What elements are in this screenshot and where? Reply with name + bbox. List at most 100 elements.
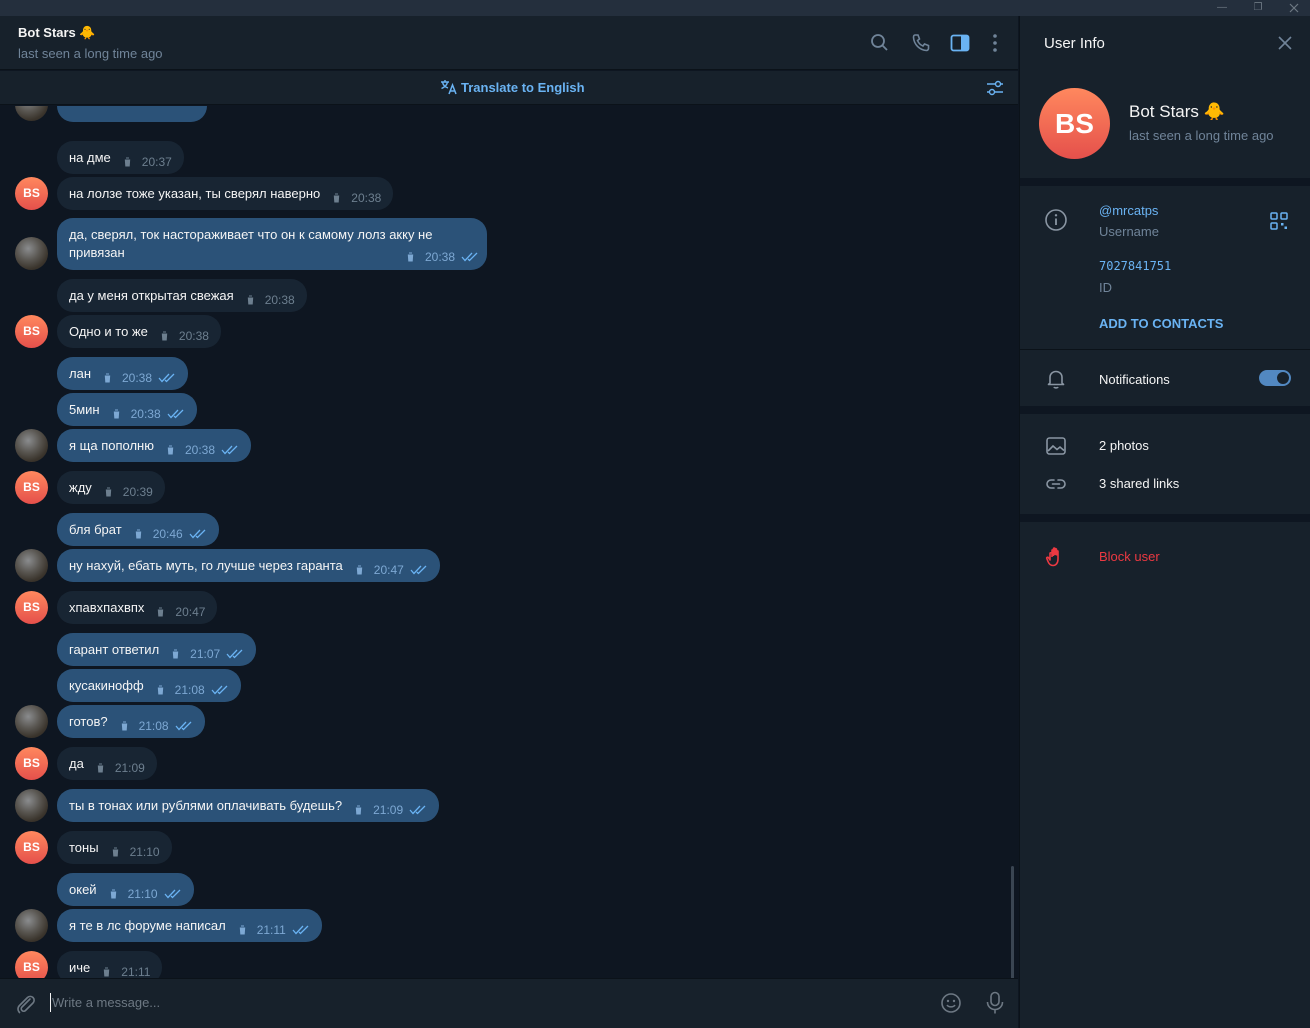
delete-timer-icon: [156, 685, 164, 695]
message-bubble-in[interactable]: Одно и то же 20:38: [57, 315, 221, 348]
delete-timer-icon: [120, 721, 128, 731]
block-user-button[interactable]: Block user: [1099, 549, 1160, 564]
message-bubble-out[interactable]: лан 20:38: [57, 357, 189, 390]
message-bubble-in[interactable]: на дме 20:37: [57, 141, 184, 174]
contact-avatar[interactable]: [15, 705, 48, 738]
message-time: 21:09: [373, 802, 404, 817]
contact-avatar[interactable]: [15, 549, 48, 582]
message-bubble-in[interactable]: да у меня открытая свежая 20:38: [57, 279, 307, 312]
translate-button[interactable]: Translate to English: [440, 79, 585, 95]
profile-avatar[interactable]: BS: [1039, 88, 1110, 159]
message-bubble-out[interactable]: я те в лс форуме написал 21:11: [57, 909, 322, 942]
message-list[interactable]: на дме 20:37 BS на лолзе тоже указан, ты…: [0, 106, 1018, 978]
notifications-toggle[interactable]: [1259, 370, 1291, 386]
message-bubble-out[interactable]: да, сверял, ток настораживает что он к с…: [57, 218, 487, 270]
user-id-value[interactable]: 7027841751: [1099, 259, 1171, 273]
username-value[interactable]: @mrcatps: [1099, 203, 1158, 218]
message-bubble-in[interactable]: на лолзе тоже указан, ты сверял наверно …: [57, 177, 394, 210]
bot-stars-avatar[interactable]: BS: [15, 747, 48, 780]
contact-avatar[interactable]: [15, 429, 48, 462]
message-time: 21:10: [127, 886, 158, 901]
bot-stars-avatar[interactable]: BS: [15, 471, 48, 504]
message-bubble-out[interactable]: кусакинофф 21:08: [57, 669, 241, 702]
message-time: 20:37: [141, 154, 172, 169]
bot-stars-avatar[interactable]: BS: [15, 315, 48, 348]
delete-timer-icon: [111, 847, 119, 857]
message-bubble-out[interactable]: готов? 21:08: [57, 705, 205, 738]
message-time: 20:47: [175, 604, 206, 619]
message-bubble-out[interactable]: окей 21:10: [57, 873, 194, 906]
more-menu-icon[interactable]: [985, 33, 1005, 53]
chat-scrollbar[interactable]: [1011, 866, 1014, 986]
message-text: гарант ответил: [69, 642, 160, 657]
message-text: да: [69, 756, 84, 771]
contact-avatar[interactable]: [15, 106, 48, 121]
restore-button[interactable]: ❐: [1250, 1, 1266, 15]
message-bubble-in[interactable]: тоны 21:10: [57, 831, 172, 864]
chat-header: Bot Stars 🐥 last seen a long time ago: [0, 16, 1018, 70]
delete-timer-icon: [246, 295, 254, 305]
delete-timer-icon: [406, 252, 414, 262]
delete-timer-icon: [172, 649, 180, 659]
message-bubble-in[interactable]: иче 21:11: [57, 951, 163, 978]
message-bubble-out[interactable]: 5мин 20:38: [57, 393, 197, 426]
message-time: 21:09: [114, 760, 145, 775]
close-window-button[interactable]: [1286, 1, 1302, 15]
message-bubble-in[interactable]: жду 20:39: [57, 471, 165, 504]
search-icon[interactable]: [870, 33, 890, 53]
read-ticks-icon: [175, 721, 192, 731]
message-bubble-out[interactable]: [57, 106, 207, 122]
message-input[interactable]: Write a message...: [52, 995, 160, 1010]
shared-links-item[interactable]: 3 shared links: [1099, 476, 1179, 491]
message-text: тоны: [69, 840, 99, 855]
message-composer: Write a message...: [0, 978, 1018, 1028]
chat-title[interactable]: Bot Stars 🐥: [18, 25, 96, 41]
close-icon[interactable]: [1277, 35, 1293, 56]
profile-status: last seen a long time ago: [1129, 128, 1274, 143]
section-divider: [1020, 514, 1310, 522]
message-bubble-out[interactable]: ты в тонах или рублями оплачивать будешь…: [57, 789, 440, 822]
filter-settings-icon[interactable]: [986, 79, 1004, 102]
delete-timer-icon: [123, 157, 131, 167]
message-bubble-out[interactable]: я ща пополню 20:38: [57, 429, 251, 462]
message-bubble-out[interactable]: ну нахуй, ебать муть, го лучше через гар…: [57, 549, 440, 582]
bot-stars-avatar[interactable]: BS: [15, 591, 48, 624]
shared-photos-item[interactable]: 2 photos: [1099, 438, 1149, 453]
message-text: бля брат: [69, 522, 122, 537]
message-bubble-in[interactable]: да 21:09: [57, 747, 157, 780]
contact-avatar[interactable]: [15, 237, 48, 270]
minimize-button[interactable]: —: [1214, 1, 1230, 15]
contact-avatar[interactable]: [15, 789, 48, 822]
message-time: 21:10: [129, 844, 160, 859]
text-caret: [50, 993, 51, 1012]
message-text: окей: [69, 882, 97, 897]
user-id-label: ID: [1099, 280, 1112, 295]
add-to-contacts-button[interactable]: ADD TO CONTACTS: [1099, 316, 1223, 331]
message-bubble-in[interactable]: хпавхпахвпх 20:47: [57, 591, 218, 624]
username-label: Username: [1099, 224, 1159, 239]
read-ticks-icon: [189, 529, 206, 539]
message-text-line1: да, сверял, ток настораживает что он к с…: [69, 227, 433, 242]
info-icon: [1044, 208, 1068, 232]
contact-avatar[interactable]: [15, 909, 48, 942]
message-text: я те в лс форуме написал: [69, 918, 226, 933]
microphone-icon[interactable]: [985, 991, 1005, 1020]
read-ticks-icon: [292, 925, 309, 935]
block-hand-icon: [1044, 545, 1068, 569]
qr-code-icon[interactable]: [1270, 212, 1288, 235]
bot-stars-avatar[interactable]: BS: [15, 177, 48, 210]
message-text: я ща пополню: [69, 438, 154, 453]
section-separator: [1020, 349, 1310, 350]
message-bubble-out[interactable]: бля брат 20:46: [57, 513, 219, 546]
emoji-icon[interactable]: [940, 992, 962, 1019]
message-bubble-out[interactable]: гарант ответил 21:07: [57, 633, 257, 666]
phone-icon[interactable]: [911, 33, 931, 53]
delete-timer-icon: [112, 409, 120, 419]
bot-stars-avatar[interactable]: BS: [15, 951, 48, 978]
attach-icon[interactable]: [14, 993, 36, 1020]
bot-stars-avatar[interactable]: BS: [15, 831, 48, 864]
chat-status: last seen a long time ago: [18, 46, 163, 61]
message-text: Одно и то же: [69, 324, 148, 339]
sidebar-toggle-icon[interactable]: [950, 33, 970, 53]
translate-bar: Translate to English: [0, 71, 1018, 105]
